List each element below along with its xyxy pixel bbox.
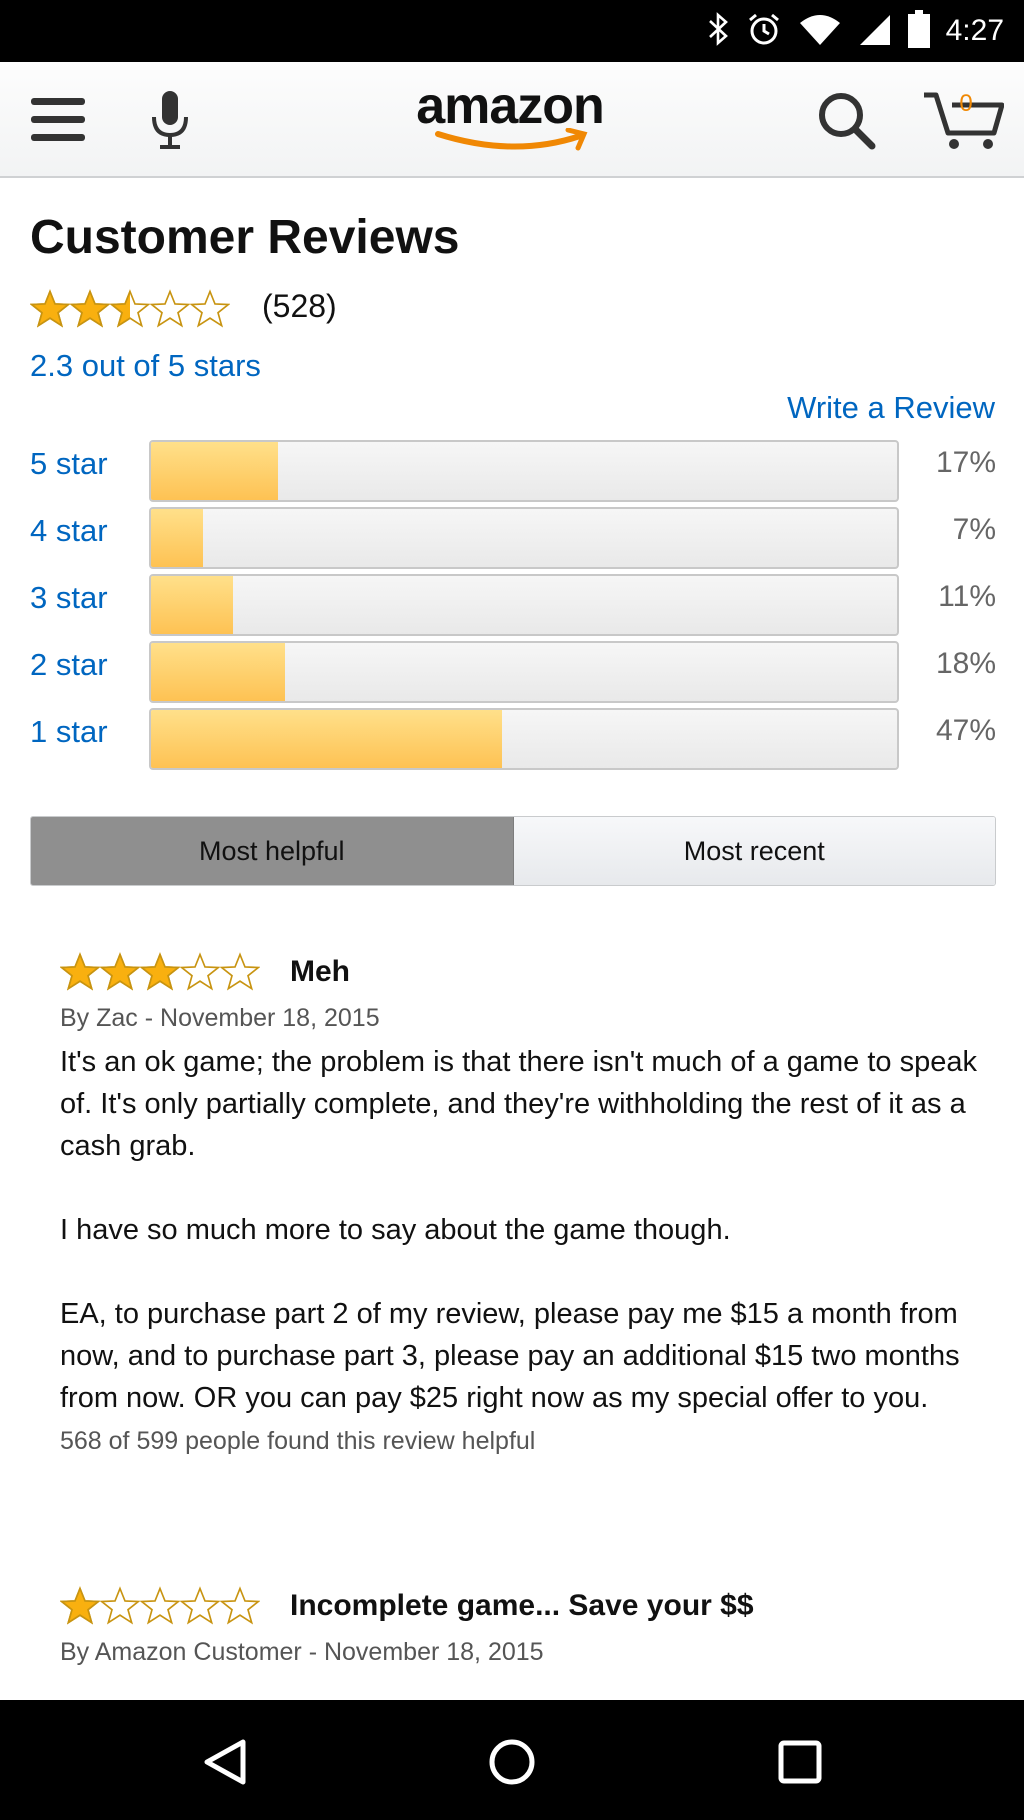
star-icon xyxy=(110,289,150,328)
signal-icon xyxy=(858,13,892,50)
histogram-row-4-star[interactable]: 4 star 7% xyxy=(30,507,996,569)
star-icon xyxy=(60,1586,100,1625)
review-title[interactable]: Meh xyxy=(290,955,350,989)
histogram-fill xyxy=(151,442,278,500)
histogram-fill xyxy=(151,710,502,768)
bluetooth-icon xyxy=(706,11,730,51)
star-icon xyxy=(180,1586,220,1625)
histogram-bar[interactable] xyxy=(149,507,899,569)
histogram-percent: 18% xyxy=(935,647,996,680)
page-title: Customer Reviews xyxy=(30,211,460,264)
review-star-rating xyxy=(60,952,260,992)
review-item: Meh By Zac - November 18, 2015 It's an o… xyxy=(60,952,980,1456)
star-icon xyxy=(100,952,140,991)
review-paragraph: I have so much more to say about the gam… xyxy=(60,1214,731,1246)
star-icon xyxy=(140,1586,180,1625)
cart-count: 0 xyxy=(959,90,973,117)
histogram-percent: 17% xyxy=(935,446,996,479)
microphone-icon[interactable] xyxy=(134,84,206,156)
histogram-fill xyxy=(151,643,286,701)
search-icon[interactable] xyxy=(810,84,882,156)
star-icon xyxy=(140,952,180,991)
histogram-label[interactable]: 3 star xyxy=(30,580,108,616)
write-review-link[interactable]: Write a Review xyxy=(787,390,995,426)
histogram-label[interactable]: 5 star xyxy=(30,446,108,482)
star-icon xyxy=(220,1586,260,1625)
back-icon[interactable] xyxy=(185,1722,265,1802)
recents-icon[interactable] xyxy=(760,1722,840,1802)
histogram-row-1-star[interactable]: 1 star 47% xyxy=(30,708,996,770)
histogram-row-5-star[interactable]: 5 star 17% xyxy=(30,440,996,502)
amazon-logo[interactable]: amazon xyxy=(400,78,620,158)
review-paragraph: It's an ok game; the problem is that the… xyxy=(60,1046,977,1162)
review-item: Incomplete game... Save your $$ By Amazo… xyxy=(60,1586,980,1667)
histogram-bar[interactable] xyxy=(149,641,899,703)
clock-time: 4:27 xyxy=(945,14,1004,47)
histogram-bar[interactable] xyxy=(149,440,899,502)
histogram-percent: 7% xyxy=(952,513,996,546)
app-header: amazon 0 xyxy=(0,62,1024,178)
review-title[interactable]: Incomplete game... Save your $$ xyxy=(290,1589,754,1623)
histogram-bar[interactable] xyxy=(149,574,899,636)
star-icon xyxy=(190,289,230,328)
histogram-percent: 11% xyxy=(938,580,996,613)
histogram-fill xyxy=(151,509,204,567)
tab-most-recent[interactable]: Most recent xyxy=(513,817,995,885)
histogram-label[interactable]: 2 star xyxy=(30,647,108,683)
histogram-label[interactable]: 4 star xyxy=(30,513,108,549)
logo-text: amazon xyxy=(416,77,605,135)
sort-toggle: Most helpful Most recent xyxy=(30,816,996,886)
star-icon xyxy=(30,289,70,328)
histogram-label[interactable]: 1 star xyxy=(30,714,108,750)
smile-icon xyxy=(435,128,588,151)
histogram-row-2-star[interactable]: 2 star 18% xyxy=(30,641,996,703)
alarm-icon xyxy=(746,11,782,52)
average-rating-link[interactable]: 2.3 out of 5 stars xyxy=(30,348,261,384)
wifi-icon xyxy=(798,13,842,50)
battery-icon xyxy=(907,9,930,53)
home-icon[interactable] xyxy=(472,1722,552,1802)
review-helpful-count: 568 of 599 people found this review help… xyxy=(60,1427,536,1455)
status-bar: 4:27 xyxy=(0,0,1024,62)
histogram-fill xyxy=(151,576,234,634)
menu-icon[interactable] xyxy=(22,84,94,156)
star-icon xyxy=(70,289,110,328)
star-icon xyxy=(180,952,220,991)
star-icon xyxy=(220,952,260,991)
review-body: It's an ok game; the problem is that the… xyxy=(60,1041,980,1419)
review-star-rating xyxy=(60,1586,260,1626)
review-byline: By Zac - November 18, 2015 xyxy=(60,1004,380,1032)
histogram-bar[interactable] xyxy=(149,708,899,770)
review-paragraph: EA, to purchase part 2 of my review, ple… xyxy=(60,1298,960,1414)
star-icon xyxy=(100,1586,140,1625)
review-byline: By Amazon Customer - November 18, 2015 xyxy=(60,1638,544,1666)
star-icon xyxy=(60,952,100,991)
histogram-row-3-star[interactable]: 3 star 11% xyxy=(30,574,996,636)
system-nav-bar xyxy=(0,1700,1024,1820)
histogram-percent: 47% xyxy=(935,714,996,747)
average-star-rating xyxy=(30,289,230,329)
review-count: (528) xyxy=(262,288,337,324)
star-icon xyxy=(150,289,190,328)
tab-most-helpful[interactable]: Most helpful xyxy=(31,817,514,885)
